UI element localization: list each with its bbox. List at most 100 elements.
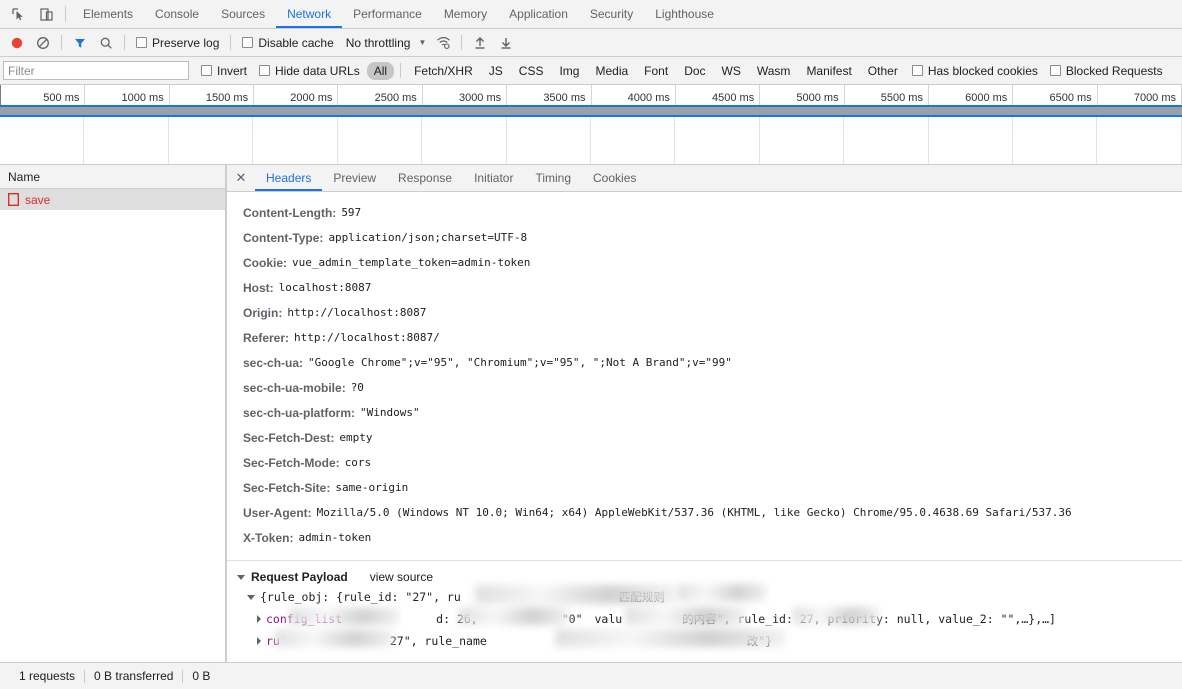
collapse-triangle-icon[interactable] [237, 574, 245, 580]
view-source-link[interactable]: view source [370, 570, 433, 584]
filter-type-css[interactable]: CSS [512, 62, 551, 80]
search-icon[interactable] [93, 32, 119, 54]
overview-selection-band[interactable] [0, 107, 1182, 117]
header-name: Host: [243, 280, 274, 295]
filter-type-img[interactable]: Img [552, 62, 586, 80]
tab-lighthouse[interactable]: Lighthouse [644, 0, 725, 28]
filter-type-manifest[interactable]: Manifest [799, 62, 858, 80]
header-value: Mozilla/5.0 (Windows NT 10.0; Win64; x64… [316, 506, 1072, 519]
ruler-tick: 1000 ms [85, 85, 170, 105]
redaction-blur [677, 584, 767, 601]
request-count: 1 requests [19, 669, 76, 683]
tab-headers[interactable]: Headers [255, 165, 323, 191]
tab-timing[interactable]: Timing [524, 165, 582, 191]
ruler-tick: 6500 ms [1013, 85, 1098, 105]
overview-grid-cell [507, 117, 591, 164]
overview-grid-cell [760, 117, 845, 164]
invert-checkbox[interactable]: Invert [195, 64, 253, 78]
filter-funnel-icon[interactable] [67, 32, 93, 54]
network-conditions-icon[interactable] [430, 32, 456, 54]
header-name: Origin: [243, 305, 283, 320]
filter-type-doc[interactable]: Doc [677, 62, 712, 80]
ruler-tick: 3500 ms [507, 85, 592, 105]
tab-preview[interactable]: Preview [322, 165, 387, 191]
checkbox-box [259, 65, 271, 76]
close-icon[interactable]: ✕ [227, 165, 255, 191]
tab-application[interactable]: Application [498, 0, 579, 28]
header-row: Cookie: vue_admin_template_token=admin-t… [243, 250, 1182, 275]
toolbar-divider [65, 6, 66, 22]
import-har-icon[interactable] [467, 32, 493, 54]
payload-text: "0" [561, 612, 583, 626]
tab-network[interactable]: Network [276, 0, 343, 28]
network-overview-graph[interactable] [0, 117, 1182, 165]
header-name: Sec-Fetch-Mode: [243, 455, 340, 470]
export-har-icon[interactable] [493, 32, 519, 54]
filter-type-fetch-xhr[interactable]: Fetch/XHR [407, 62, 480, 80]
request-headers-list: Content-Length: 597 Content-Type: applic… [227, 192, 1182, 560]
filter-type-media[interactable]: Media [588, 62, 635, 80]
filter-type-font[interactable]: Font [637, 62, 675, 80]
collapse-triangle-icon[interactable] [247, 594, 255, 600]
clear-icon[interactable] [30, 32, 56, 54]
filter-input[interactable] [3, 61, 189, 80]
checkbox-box [1049, 65, 1061, 76]
blocked-requests-checkbox[interactable]: Blocked Requests [1044, 64, 1169, 78]
column-header-name: Name [8, 169, 41, 184]
header-row: Sec-Fetch-Site: same-origin [243, 475, 1182, 500]
tab-performance[interactable]: Performance [342, 0, 433, 28]
record-button-icon[interactable] [4, 32, 30, 54]
header-value: same-origin [335, 481, 409, 494]
disable-cache-checkbox[interactable]: Disable cache [236, 36, 339, 50]
request-list-header[interactable]: Name [0, 165, 225, 189]
filter-type-js[interactable]: JS [482, 62, 510, 80]
overview-grid-cell [84, 117, 169, 164]
tab-cookies[interactable]: Cookies [582, 165, 647, 191]
headers-content: Content-Length: 597 Content-Type: applic… [227, 192, 1182, 662]
tab-security[interactable]: Security [579, 0, 644, 28]
tab-elements[interactable]: Elements [72, 0, 144, 28]
ruler-tick: 5500 ms [845, 85, 929, 105]
header-name: User-Agent: [243, 505, 312, 520]
toolbar-divider [230, 35, 232, 50]
tab-console[interactable]: Console [144, 0, 210, 28]
inspect-element-icon[interactable] [4, 0, 32, 28]
ruler-tick: 6000 ms [929, 85, 1014, 105]
filter-type-all[interactable]: All [366, 61, 395, 80]
payload-tree-row[interactable]: config_list d: 26, "0" valu 的内容", rule_i… [237, 607, 1182, 630]
header-row: User-Agent: Mozilla/5.0 (Windows NT 10.0… [243, 500, 1182, 525]
header-value: application/json;charset=UTF-8 [328, 231, 528, 244]
network-filter-bar: Invert Hide data URLs All Fetch/XHR JS C… [0, 57, 1182, 85]
throttling-dropdown[interactable]: No throttling ▼ [340, 36, 431, 50]
network-toolbar: Preserve log Disable cache No throttling… [0, 29, 1182, 57]
table-row[interactable]: save [0, 189, 225, 210]
device-toolbar-icon[interactable] [32, 0, 60, 28]
tab-sources[interactable]: Sources [210, 0, 276, 28]
has-blocked-cookies-checkbox[interactable]: Has blocked cookies [906, 64, 1044, 78]
filter-type-wasm[interactable]: Wasm [750, 62, 798, 80]
payload-tree-row[interactable]: {rule_obj: {rule_id: "27", ru 匹配规则 [237, 584, 1182, 608]
overview-grid-cell [1013, 117, 1098, 164]
overview-grid-cell [253, 117, 338, 164]
request-name: save [25, 192, 51, 207]
header-row: X-Token: admin-token [243, 525, 1182, 550]
expand-triangle-icon[interactable] [257, 637, 261, 645]
tab-initiator[interactable]: Initiator [463, 165, 524, 191]
header-name: sec-ch-ua-platform: [243, 405, 356, 420]
expand-triangle-icon[interactable] [257, 615, 261, 623]
preserve-log-checkbox[interactable]: Preserve log [130, 36, 225, 50]
tab-memory[interactable]: Memory [433, 0, 498, 28]
timeline-ruler[interactable]: 500 ms 1000 ms 1500 ms 2000 ms 2500 ms 3… [0, 85, 1182, 107]
payload-header[interactable]: Request Payload view source [237, 568, 1182, 586]
ruler-tick: 2000 ms [254, 85, 339, 105]
payload-text: {rule_obj: {rule_id: "27", ru [260, 590, 461, 604]
header-value: "Google Chrome";v="95", "Chromium";v="95… [308, 356, 732, 369]
tab-response[interactable]: Response [387, 165, 463, 191]
filter-type-other[interactable]: Other [861, 62, 905, 80]
ruler-tick: 5000 ms [760, 85, 845, 105]
payload-tree-row[interactable]: ru 27", rule_name 改"} [237, 629, 1182, 652]
filter-type-ws[interactable]: WS [715, 62, 748, 80]
ruler-tick: 2500 ms [338, 85, 423, 105]
hide-data-urls-checkbox[interactable]: Hide data URLs [253, 64, 366, 78]
header-value: vue_admin_template_token=admin-token [292, 256, 531, 269]
